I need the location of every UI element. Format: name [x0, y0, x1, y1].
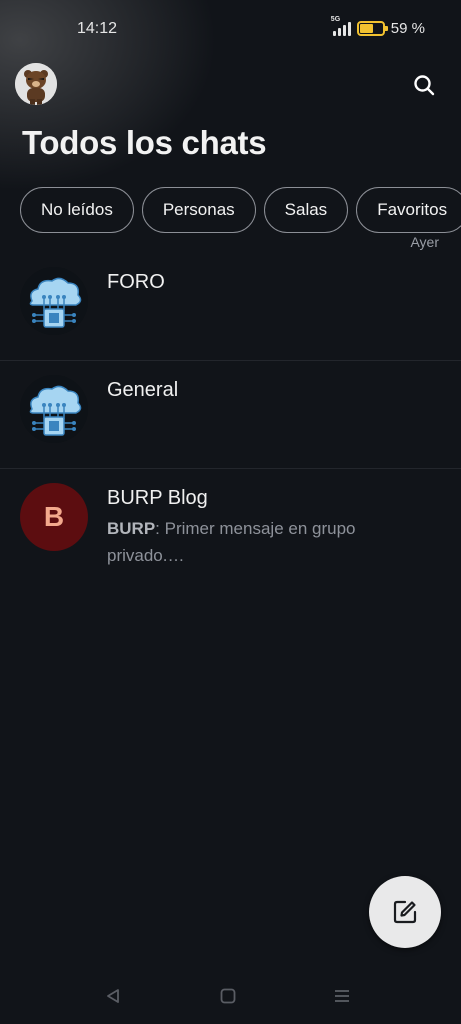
room-avatar — [20, 375, 88, 443]
chat-timestamp: Ayer — [410, 234, 439, 250]
chip-no-leidos[interactable]: No leídos — [20, 187, 134, 233]
user-avatar[interactable] — [15, 63, 57, 105]
menu-nav-button[interactable] — [330, 984, 354, 1008]
back-nav-button[interactable] — [101, 984, 125, 1008]
chat-row-general[interactable]: General — [0, 361, 461, 469]
chat-name: General — [107, 379, 179, 401]
home-nav-button[interactable] — [216, 984, 240, 1008]
preview-sender: BURP — [107, 519, 156, 538]
battery-percent: 59 % — [390, 20, 425, 37]
chip-personas[interactable]: Personas — [141, 187, 256, 233]
back-triangle-icon — [107, 989, 119, 1003]
menu-icon — [335, 990, 349, 1002]
cloud-chip-icon — [20, 267, 88, 335]
chat-row-burp-blog[interactable]: B BURP Blog BURP: Primer mensaje en grup… — [0, 469, 461, 577]
chat-row-foro[interactable]: FORO — [0, 253, 461, 361]
status-icons: 5G 59 % — [331, 16, 425, 38]
letter-avatar: B — [20, 483, 88, 551]
bear-avatar-icon — [15, 63, 57, 105]
page-title: Todos los chats — [22, 124, 267, 161]
system-nav-bar — [0, 968, 461, 1024]
new-chat-button[interactable] — [369, 876, 441, 948]
home-square-icon — [220, 988, 236, 1004]
chat-name: BURP Blog — [107, 487, 208, 509]
status-bar: 14:12 5G 59 % — [0, 0, 461, 60]
chat-name: FORO — [107, 271, 165, 293]
cloud-chip-icon — [20, 375, 88, 443]
search-icon — [414, 75, 435, 96]
search-button[interactable] — [406, 67, 442, 103]
chip-salas[interactable]: Salas — [263, 187, 349, 233]
battery-icon — [356, 21, 388, 36]
status-time: 14:12 — [77, 20, 118, 37]
room-avatar — [20, 267, 88, 335]
filter-chips: No leídos Personas Salas Favoritos — [20, 187, 461, 233]
signal-icon: 5G — [331, 16, 351, 36]
chip-favoritos[interactable]: Favoritos — [356, 187, 461, 233]
network-type: 5G — [330, 15, 341, 23]
message-preview: BURP: Primer mensaje en grupo privado.… — [107, 515, 387, 569]
chat-list: FORO General B BURP Blog BURP: Primer me… — [0, 253, 461, 577]
compose-icon — [393, 900, 417, 924]
